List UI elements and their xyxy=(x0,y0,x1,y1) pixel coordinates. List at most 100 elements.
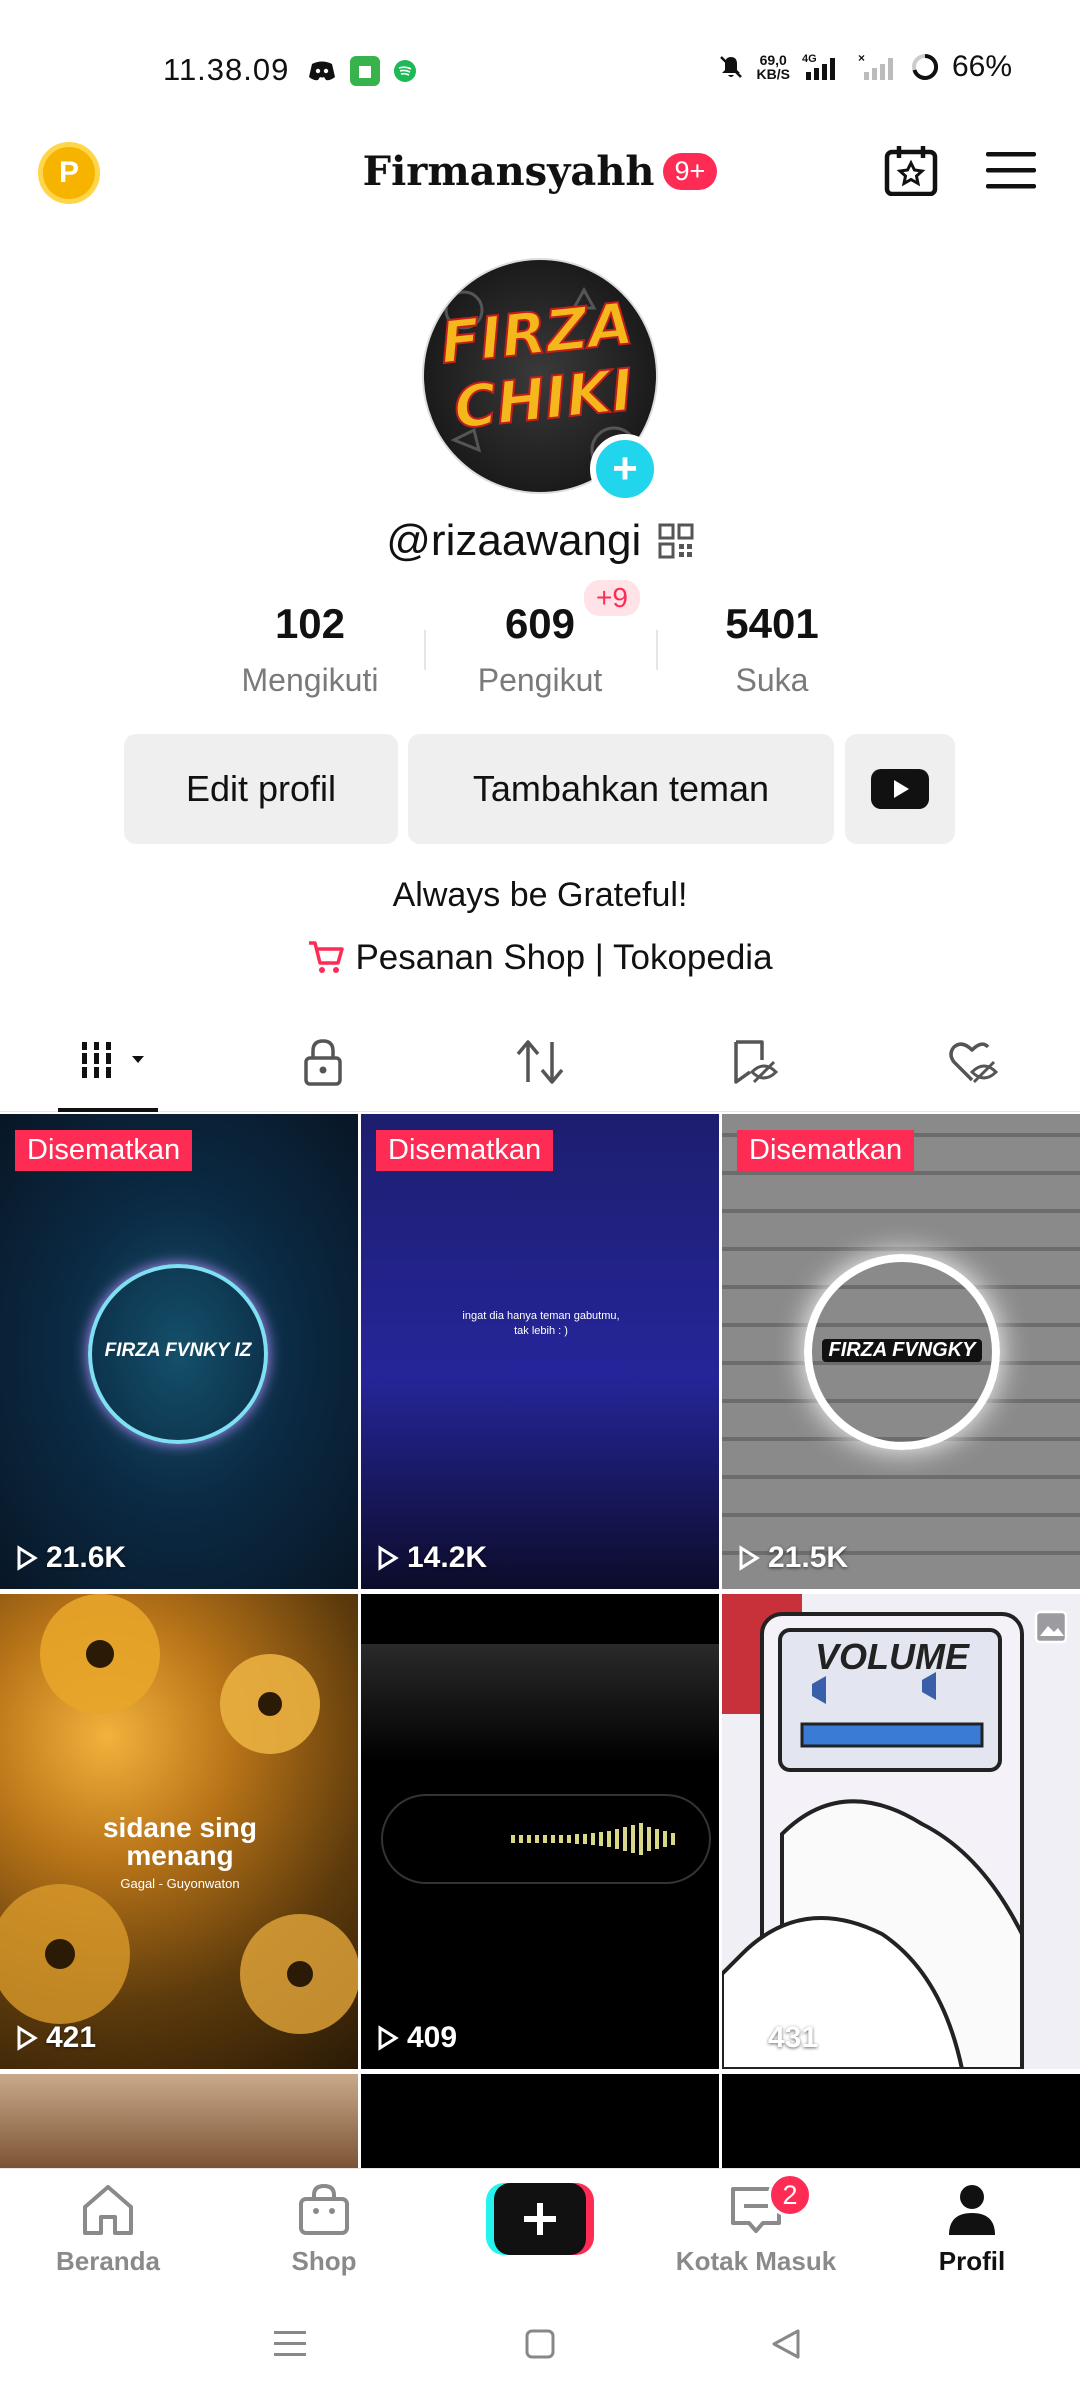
discord-icon xyxy=(309,61,335,81)
video-tile[interactable] xyxy=(361,2074,719,2170)
stat-following[interactable]: 102 Mengikuti xyxy=(210,600,410,699)
svg-text:4G: 4G xyxy=(802,53,817,65)
stat-value: 5401 xyxy=(725,600,819,647)
nav-home[interactable]: Beranda xyxy=(18,2183,198,2277)
profile-bio: Always be Grateful! xyxy=(392,876,688,914)
nav-shop[interactable]: Shop xyxy=(234,2183,414,2277)
net-speed: 69,0 KB/S xyxy=(756,52,790,82)
video-tile[interactable]: FIRZA FVNKY IZ Disematkan 21.6K xyxy=(0,1114,358,1589)
spotify-icon xyxy=(394,60,416,82)
pinned-badge: Disematkan xyxy=(15,1130,193,1171)
photo-post-icon xyxy=(1034,1610,1068,1644)
active-tab-indicator xyxy=(58,1108,158,1112)
tab-videos[interactable] xyxy=(78,1038,150,1087)
inbox-badge: 2 xyxy=(768,2173,812,2217)
video-tile[interactable]: FIRZA FVNGKY Disematkan 21.5K xyxy=(722,1114,1080,1589)
nav-profile[interactable]: Profil xyxy=(882,2183,1062,2277)
shop-orders-label: Pesanan Shop | Tokopedia xyxy=(355,938,773,977)
play-icon xyxy=(17,1545,38,1571)
status-system-icons: 69,0 KB/S 4G × 66% xyxy=(717,50,1012,84)
add-friends-button[interactable]: Tambahkan teman xyxy=(408,734,834,844)
battery-ring-icon xyxy=(911,53,938,80)
view-count: 421 xyxy=(16,2021,96,2055)
profile-stats: 102 Mengikuti 609 Pengikut 5401 Suka xyxy=(0,600,1080,710)
repost-icon xyxy=(516,1040,564,1084)
youtube-button[interactable] xyxy=(845,734,955,844)
tab-private[interactable] xyxy=(298,1038,348,1091)
nav-home-label: Beranda xyxy=(55,2246,161,2276)
tab-saved[interactable] xyxy=(728,1038,784,1091)
video-tile[interactable]: VOLUME 431 xyxy=(722,1594,1080,2069)
video-overlay-text: ingat dia hanya teman gabutmu, tak lebih… xyxy=(462,1310,620,1337)
tab-liked[interactable] xyxy=(946,1038,1002,1091)
menu-icon[interactable] xyxy=(986,152,1036,190)
shop-orders-link[interactable]: Pesanan Shop | Tokopedia xyxy=(0,938,1080,978)
home-system-icon[interactable] xyxy=(524,2328,556,2360)
notification-badge: 9+ xyxy=(662,153,718,190)
create-button[interactable] xyxy=(486,2183,594,2255)
profile-header: P Firmansyahh 9+ xyxy=(0,130,1080,240)
play-icon xyxy=(739,2025,760,2051)
view-count: 431 xyxy=(738,2021,818,2055)
stat-value: 102 xyxy=(274,600,346,647)
tab-reposts[interactable] xyxy=(512,1038,568,1091)
video-top-shade xyxy=(361,1644,719,1764)
profile-tabs xyxy=(0,1020,1080,1112)
youtube-icon xyxy=(871,769,929,809)
video-tile[interactable]: sidane sing menang Gagal - Guyonwaton 42… xyxy=(0,1594,358,2069)
qr-code-icon[interactable] xyxy=(658,523,694,559)
stat-label: Mengikuti xyxy=(241,662,379,698)
calendar-star-icon[interactable] xyxy=(884,144,938,196)
video-overlay-text: VOLUME xyxy=(814,1636,969,1677)
pinned-badge: Disematkan xyxy=(737,1130,915,1171)
heart-hidden-icon xyxy=(949,1042,999,1084)
handle-row: @rizaawangi xyxy=(0,516,1080,566)
status-bar: 11.38.09 69,0 KB/S 4G × 66% xyxy=(0,0,1080,130)
view-count: 21.6K xyxy=(16,1541,126,1575)
back-icon[interactable] xyxy=(770,2328,802,2360)
edit-profile-button[interactable]: Edit profil xyxy=(124,734,398,844)
stat-divider xyxy=(424,630,426,670)
video-tile[interactable]: 409 xyxy=(361,1594,719,2069)
video-overlay-text: FIRZA FVNGKY xyxy=(822,1339,982,1362)
shopping-bag-icon xyxy=(299,2183,349,2235)
play-icon xyxy=(378,2025,399,2051)
view-count: 21.5K xyxy=(738,1541,848,1575)
battery-percent: 66% xyxy=(951,50,1012,83)
account-name: Firmansyahh xyxy=(362,148,655,195)
nav-inbox[interactable]: Kotak Masuk xyxy=(666,2183,846,2277)
audio-waveform xyxy=(511,1823,675,1855)
nav-profile-label: Profil xyxy=(938,2246,1006,2276)
play-icon xyxy=(739,1545,760,1571)
status-notification-icons xyxy=(308,56,416,86)
stat-divider xyxy=(656,630,658,670)
nav-shop-label: Shop xyxy=(291,2246,357,2276)
new-followers-badge: +9 xyxy=(584,580,640,616)
recent-apps-icon[interactable] xyxy=(272,2328,308,2360)
add-story-button[interactable]: + xyxy=(590,434,660,504)
home-icon xyxy=(83,2185,133,2235)
status-time: 11.38.09 xyxy=(163,52,290,87)
system-nav-bar xyxy=(0,2288,1080,2400)
stat-likes[interactable]: 5401 Suka xyxy=(672,600,872,699)
app-store-icon xyxy=(350,56,380,86)
video-tile[interactable] xyxy=(0,2074,358,2170)
cart-icon xyxy=(309,941,345,973)
stat-label: Pengikut xyxy=(477,662,603,698)
lock-icon xyxy=(304,1039,342,1086)
view-count: 14.2K xyxy=(377,1541,487,1575)
stat-label: Suka xyxy=(735,662,809,698)
bottom-nav: Beranda Shop Kotak Masuk 2 Profil xyxy=(0,2168,1080,2288)
video-tile[interactable]: ingat dia hanya teman gabutmu, tak lebih… xyxy=(361,1114,719,1589)
profile-icon xyxy=(949,2185,995,2235)
video-overlay-text: FIRZA FVNKY IZ xyxy=(104,1340,252,1361)
bookmark-hidden-icon xyxy=(734,1040,779,1084)
play-icon xyxy=(17,2025,38,2051)
profile-handle: @rizaawangi xyxy=(386,516,642,565)
video-overlay-text: sidane sing menang xyxy=(102,1812,258,1871)
video-tile[interactable] xyxy=(722,2074,1080,2170)
signal-4g-icon: 4G xyxy=(802,53,835,80)
signal-empty-icon: × xyxy=(858,52,893,80)
mute-icon xyxy=(719,56,742,78)
avatar-logo-text: FIRZA CHIKI xyxy=(436,288,637,443)
